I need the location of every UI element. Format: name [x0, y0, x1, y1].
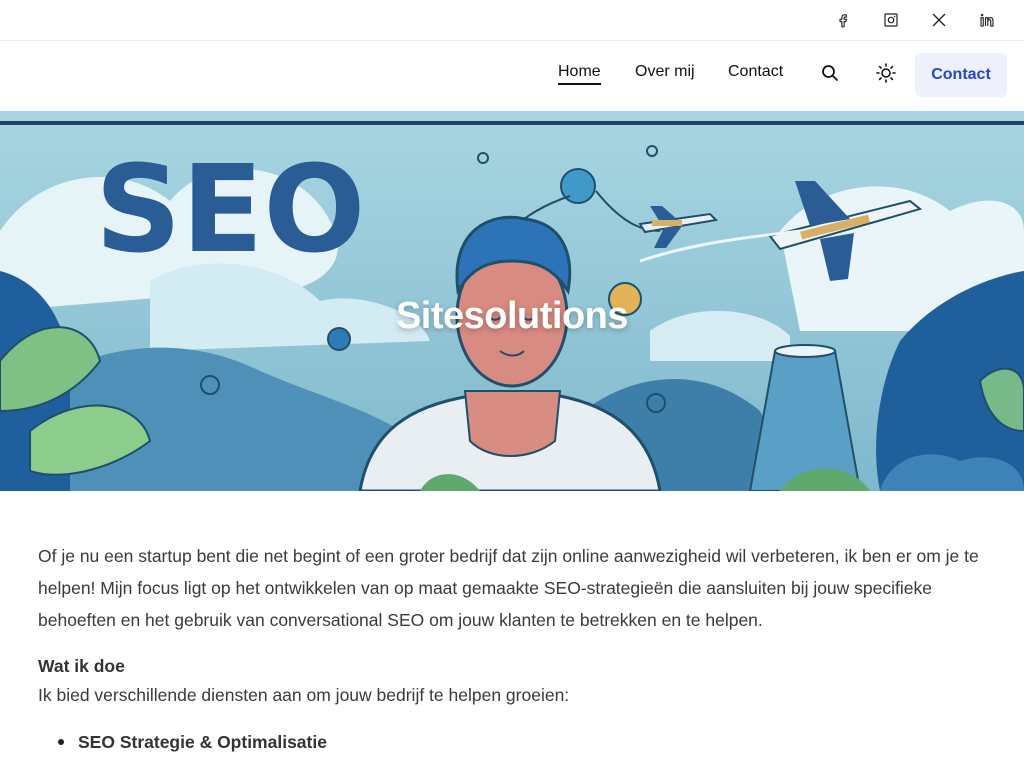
nav-contact[interactable]: Contact	[728, 63, 783, 81]
nav-home[interactable]: Home	[558, 63, 601, 85]
contact-cta-button[interactable]: Contact	[915, 53, 1007, 97]
instagram-icon[interactable]	[879, 8, 903, 32]
social-bar	[0, 0, 1024, 41]
hero-banner: SEO Sitesolutions	[0, 111, 1024, 491]
section-text: Ik bied verschillende diensten aan om jo…	[38, 685, 570, 705]
sun-icon[interactable]	[873, 60, 899, 86]
main-content: Of je nu een startup bent die net begint…	[38, 540, 988, 755]
list-item: SEO Strategie & Optimalisatie	[38, 729, 988, 755]
nav-over-mij[interactable]: Over mij	[635, 63, 695, 81]
x-twitter-icon[interactable]	[927, 8, 951, 32]
linkedin-icon[interactable]	[975, 8, 999, 32]
section-heading: Wat ik doe	[38, 656, 125, 676]
main-header: Home Over mij Contact Contact	[0, 41, 1024, 111]
seo-graphic-text: SEO	[95, 141, 365, 280]
services-list: SEO Strategie & Optimalisatie	[38, 729, 988, 755]
facebook-icon[interactable]	[831, 8, 855, 32]
hero-title: Sitesolutions	[395, 295, 629, 337]
search-icon[interactable]	[817, 60, 843, 86]
intro-paragraph: Of je nu een startup bent die net begint…	[38, 546, 979, 630]
